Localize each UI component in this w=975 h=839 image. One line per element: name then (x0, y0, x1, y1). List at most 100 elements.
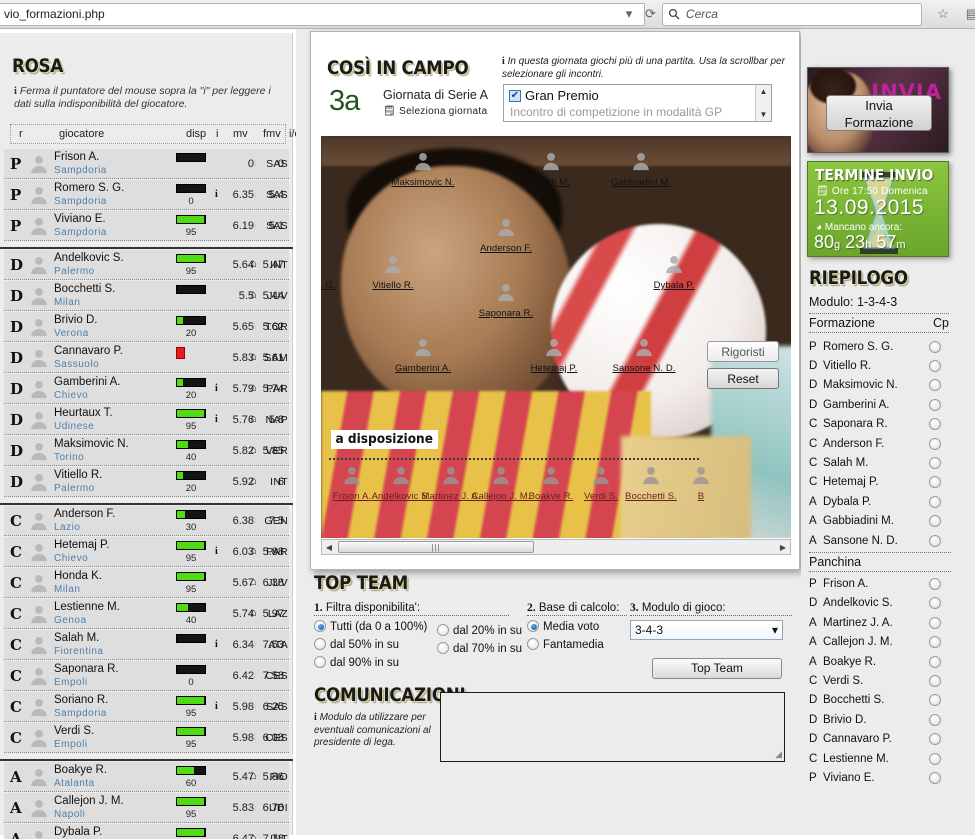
comunicazioni-textarea[interactable]: ◢ (440, 692, 785, 762)
capitano-radio[interactable] (929, 340, 941, 353)
field-player-marker[interactable]: Romero S. G. (321, 253, 351, 293)
riepilogo-row[interactable]: C Anderson F. (809, 434, 951, 453)
rosa-player-row[interactable]: D Andelkovic S. Palermo 95 5.64 5.47 ⌂ INT (4, 250, 289, 280)
bench-player-marker[interactable]: B (666, 464, 736, 504)
player-name[interactable]: Salah M. (54, 632, 99, 644)
riepilogo-row[interactable]: D Cannavaro P. (809, 729, 951, 748)
gran-premio-box[interactable]: ✔ Gran Premio Incontro di competizione i… (503, 84, 772, 122)
riepilogo-row[interactable]: D Andelkovic S. (809, 594, 951, 613)
radio-button[interactable] (437, 624, 449, 636)
capitano-radio[interactable] (929, 379, 941, 392)
radio-button[interactable] (314, 638, 326, 650)
riepilogo-row[interactable]: A Callejon J. M. (809, 632, 951, 651)
riepilogo-row[interactable]: D Vitiello R. (809, 356, 951, 375)
player-name[interactable]: Honda K. (54, 570, 102, 582)
capitano-radio[interactable] (929, 713, 941, 726)
riepilogo-row[interactable]: C Verdi S. (809, 671, 951, 690)
player-name[interactable]: Lestienne M. (54, 601, 120, 613)
capitano-radio[interactable] (929, 515, 941, 528)
riepilogo-row[interactable]: D Gamberini A. (809, 395, 951, 414)
invia-formazione-card[interactable]: INVIA Invia Formazione (807, 67, 949, 153)
info-icon[interactable]: i (215, 414, 218, 425)
filter-option[interactable]: dal 70% in su (437, 642, 532, 660)
capitano-radio[interactable] (929, 694, 941, 707)
rosa-player-row[interactable]: D Heurtaux T. Udinese 95 i 5.76 5.8 ⌂ NAP (4, 405, 289, 435)
capitano-radio[interactable] (929, 771, 941, 784)
player-name[interactable]: Andelkovic S. (54, 252, 124, 264)
top-team-button[interactable]: Top Team (652, 658, 782, 679)
riepilogo-list[interactable]: P Romero S. G. D Vitiello R. D Maksimovic N. D… (809, 337, 951, 788)
field-player-marker[interactable]: Sansone N. D. (599, 336, 689, 376)
address-bar[interactable]: vio_formazioni.php ▾ (0, 2, 645, 26)
reload-icon[interactable]: ⟳ (645, 3, 656, 26)
player-name[interactable]: Dybala P. (54, 826, 102, 838)
scrollbar-thumb[interactable]: ||| (338, 541, 534, 553)
player-name[interactable]: Frison A. (54, 151, 99, 163)
capitano-radio[interactable] (929, 655, 941, 668)
capitano-radio[interactable] (929, 476, 941, 489)
field-player-name[interactable]: Gabbiadini M. (611, 177, 671, 188)
riepilogo-row[interactable]: A Dybala P. (809, 492, 951, 511)
riepilogo-row[interactable]: P Viviano E. (809, 768, 951, 787)
riepilogo-row[interactable]: A Sansone N. D. (809, 531, 951, 550)
field-player-name[interactable]: Dybala P. (654, 280, 695, 291)
capitano-radio[interactable] (929, 495, 941, 508)
radio-button[interactable] (314, 656, 326, 668)
rosa-player-row[interactable]: C Soriano R. Sampdoria 95 i 5.98 6.25 ⌂ SAS (4, 692, 289, 722)
rosa-player-row[interactable]: C Salah M. Fiorentina i 6.34 7.53 ⌂ ATA (4, 630, 289, 660)
player-name[interactable]: Romero S. G. (54, 182, 124, 194)
rosa-player-row[interactable]: P Romero S. G. Sampdoria 0 i 6.35 5.4 ⌂ SAS (4, 180, 289, 210)
player-name[interactable]: Bocchetti S. (54, 283, 115, 295)
info-icon[interactable]: i (215, 639, 218, 650)
field-player-name[interactable]: Saponara R. (479, 308, 533, 319)
rosa-player-row[interactable]: D Cannavaro P. Sassuolo 5.83 5.61 ⌂ SAM (4, 343, 289, 373)
radio-button[interactable] (527, 620, 539, 632)
field-player-marker[interactable]: Vitiello R. (348, 253, 438, 293)
riepilogo-row[interactable]: A Martinez J. A. (809, 613, 951, 632)
radio-button[interactable] (437, 642, 449, 654)
invia-formazione-button[interactable]: Invia Formazione (826, 95, 932, 131)
radio-button[interactable] (314, 620, 326, 632)
base-option[interactable]: Fantamedia (527, 638, 627, 656)
filter-options-right[interactable]: dal 20% in su dal 70% in su (437, 624, 532, 660)
capitano-radio[interactable] (929, 360, 941, 373)
capitano-radio[interactable] (929, 752, 941, 765)
capitano-radio[interactable] (929, 674, 941, 687)
rosa-player-row[interactable]: A Dybala P. 6.47 7.78 ⌂ INT (4, 824, 289, 839)
field-player-name[interactable]: Anderson F. (480, 243, 532, 254)
riepilogo-row[interactable]: C Saponara R. (809, 415, 951, 434)
rosa-player-row[interactable]: C Anderson F. Lazio 30 6.38 7.5 ⌂ GEN (4, 506, 289, 536)
capitano-radio[interactable] (929, 398, 941, 411)
capitano-radio[interactable] (929, 577, 941, 590)
field-player-name[interactable]: Vitiello R. (372, 280, 413, 291)
riepilogo-row[interactable]: A Boakye R. (809, 652, 951, 671)
field-player-marker[interactable]: Anderson F. (461, 216, 551, 256)
field-player-name[interactable]: Hetemaj P. (531, 363, 578, 374)
bench-player-name[interactable]: B (698, 491, 704, 502)
chevron-down-icon[interactable]: ▾ (618, 3, 640, 26)
gran-premio-row[interactable]: ✔ Gran Premio (509, 88, 599, 103)
gran-premio-checkbox[interactable]: ✔ (509, 89, 521, 102)
chevron-down-icon[interactable]: ▼ (760, 110, 768, 119)
player-name[interactable]: Soriano R. (54, 694, 108, 706)
riepilogo-row[interactable]: D Bocchetti S. (809, 691, 951, 710)
capitano-radio[interactable] (929, 457, 941, 470)
rosa-player-row[interactable]: D Gamberini A. Chievo 20 i 5.79 5.74 ⌂ PAR (4, 374, 289, 404)
rosa-player-list[interactable]: P Frison A. Sampdoria 0 0 ⌂ SAS P Romero S. G. Sa… (0, 149, 293, 839)
rosa-player-row[interactable]: D Bocchetti S. Milan 5.5 5.44 ⌂ JUV (4, 281, 289, 311)
riepilogo-row[interactable]: P Frison A. (809, 574, 951, 593)
player-name[interactable]: Callejon J. M. (54, 795, 124, 807)
info-icon[interactable]: i (215, 701, 218, 712)
player-name[interactable]: Brivio D. (54, 314, 97, 326)
star-icon[interactable]: ☆ (932, 3, 954, 26)
rosa-player-row[interactable]: P Frison A. Sampdoria 0 0 ⌂ SAS (4, 149, 289, 179)
field-player-marker[interactable]: Dybala P. (629, 253, 719, 293)
player-name[interactable]: Viviano E. (54, 213, 106, 225)
rosa-player-row[interactable]: C Hetemaj P. Chievo 95 i 6.03 5.88 ⌂ PAR (4, 537, 289, 567)
field-player-marker[interactable]: Hetemaj P. (509, 336, 599, 376)
info-icon[interactable]: i (215, 546, 218, 557)
player-name[interactable]: Gamberini A. (54, 376, 120, 388)
field-player-marker[interactable]: Maksimovic N. (378, 150, 468, 190)
rosa-player-row[interactable]: C Verdi S. Empoli 95 5.98 6.08 ⌂ CES (4, 723, 289, 753)
base-option[interactable]: Media voto (527, 620, 627, 638)
